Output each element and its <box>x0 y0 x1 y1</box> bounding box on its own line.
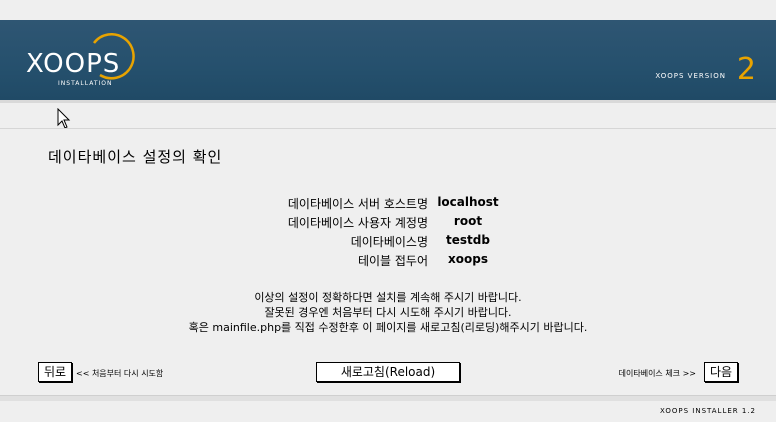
instruction-message: 이상의 설정이 정확하다면 설치를 계속해 주시기 바랍니다. 잘못된 경우엔 … <box>0 290 776 335</box>
reload-button[interactable]: 새로고침(Reload) <box>316 362 460 382</box>
content-divider <box>0 128 776 129</box>
setting-value: localhost <box>437 195 499 209</box>
settings-row-prefix: 테이블 접두어 xoops <box>0 252 776 271</box>
settings-row-user: 데이타베이스 사용자 계정명 root <box>0 214 776 233</box>
next-button[interactable]: 다음 <box>704 362 738 382</box>
back-button[interactable]: 뒤로 <box>38 362 72 382</box>
version-block: XOOPS VERSION 2 <box>638 52 758 87</box>
setting-value: xoops <box>448 252 488 266</box>
settings-table: 데이타베이스 서버 호스트명 localhost 데이타베이스 사용자 계정명 … <box>0 195 776 271</box>
version-label: XOOPS VERSION <box>655 72 726 80</box>
settings-row-host: 데이타베이스 서버 호스트명 localhost <box>0 195 776 214</box>
footer-text: XOOPS INSTALLER 1.2 <box>660 407 756 415</box>
mouse-cursor-icon <box>57 108 71 129</box>
xoops-logo: XOOPS INSTALLATION <box>22 33 142 89</box>
navigation-bar: 뒤로 << 처음부터 다시 시도함 새로고침(Reload) 데이타베이스 체크… <box>0 362 776 384</box>
footer: XOOPS INSTALLER 1.2 <box>0 401 776 422</box>
setting-value: root <box>453 214 483 228</box>
settings-row-dbname: 데이타베이스명 testdb <box>0 233 776 252</box>
page-title: 데이타베이스 설정의 확인 <box>48 148 223 166</box>
back-description: << 처음부터 다시 시도함 <box>76 369 164 378</box>
setting-value: testdb <box>446 233 490 247</box>
message-line-2: 잘못된 경우엔 처음부터 다시 시도해 주시기 바랍니다. <box>264 306 512 319</box>
setting-label: 데이타베이스명 <box>350 235 428 249</box>
logo-text: XOOPS <box>26 49 121 79</box>
version-number: 2 <box>736 52 756 87</box>
setting-label: 테이블 접두어 <box>357 254 428 268</box>
setting-label: 데이타베이스 사용자 계정명 <box>287 216 428 230</box>
header-banner: XOOPS INSTALLATION XOOPS VERSION 2 <box>0 20 776 103</box>
top-strip <box>0 0 776 20</box>
logo-subtext: INSTALLATION <box>58 80 113 87</box>
setting-label: 데이타베이스 서버 호스트명 <box>287 197 428 211</box>
next-description: 데이타베이스 체크 >> <box>618 369 696 378</box>
message-line-1: 이상의 설정이 정확하다면 설치를 계속해 주시기 바랍니다. <box>254 291 522 304</box>
message-line-3: 혹은 mainfile.php를 직접 수정한후 이 페이지를 새로고침(리로딩… <box>188 321 588 334</box>
